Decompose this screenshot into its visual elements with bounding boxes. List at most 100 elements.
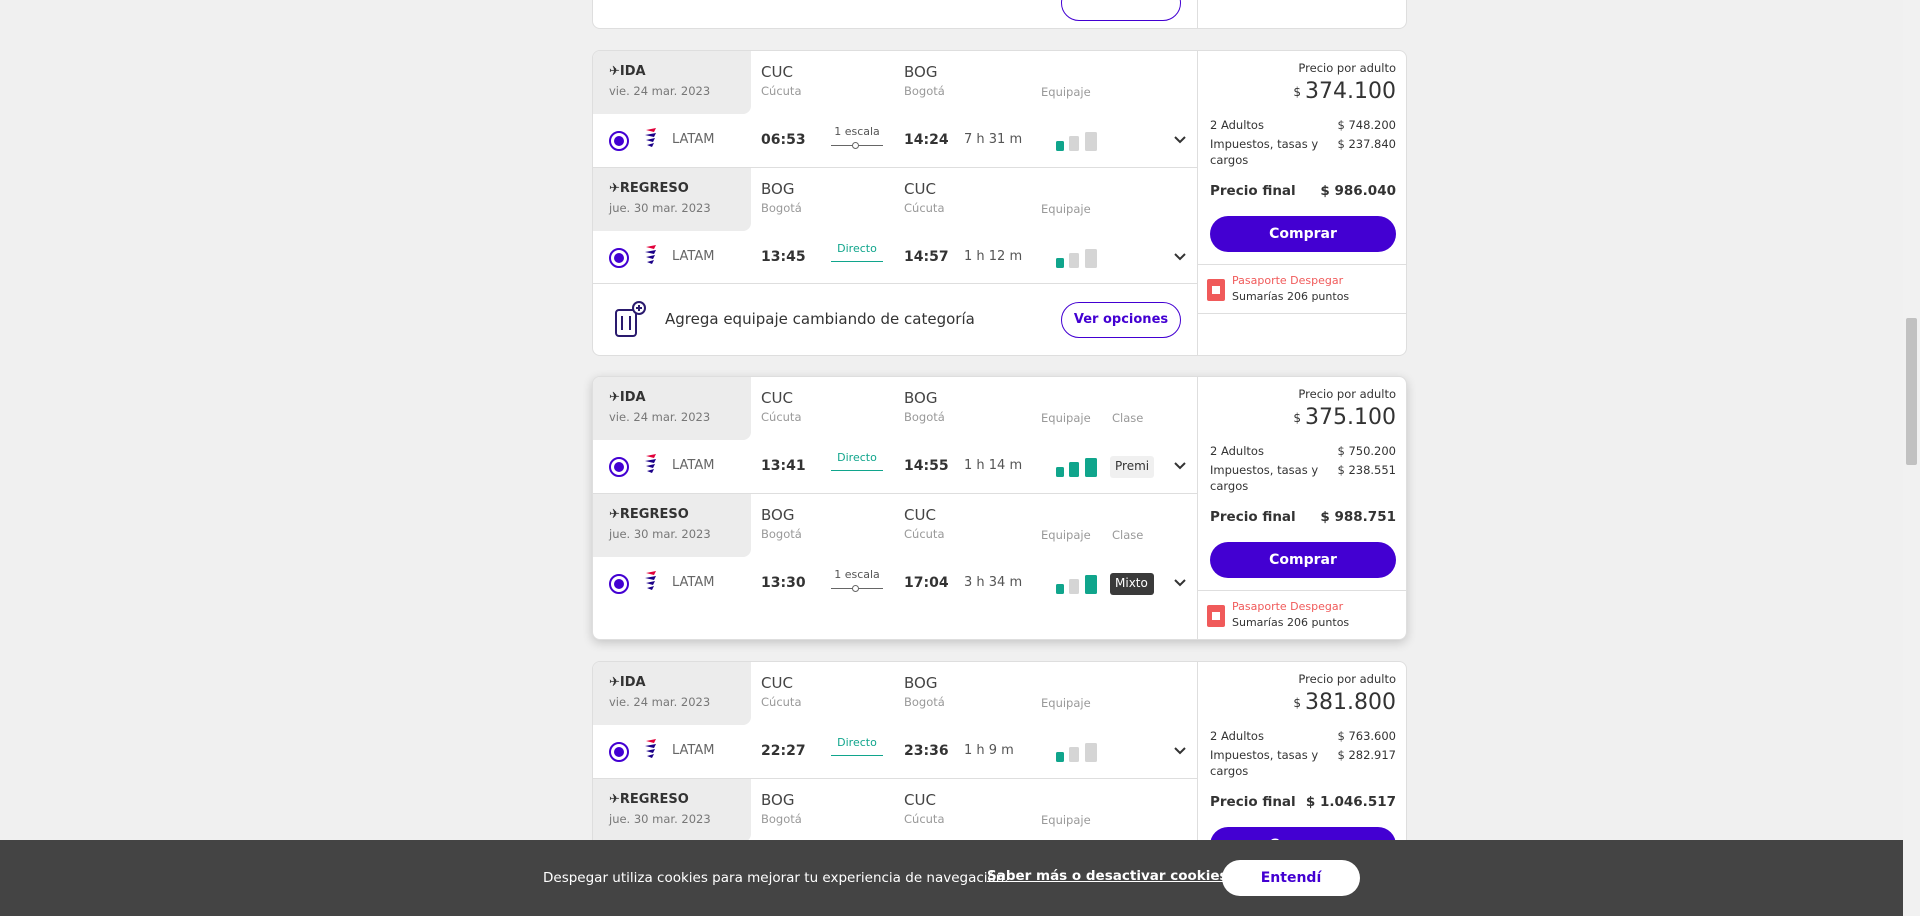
leg-date: jue. 30 mar. 2023 bbox=[609, 812, 711, 826]
baggage-icons[interactable] bbox=[1053, 571, 1101, 595]
comprar-button[interactable]: Comprar bbox=[1210, 542, 1396, 578]
select-flight-radio[interactable] bbox=[609, 457, 629, 477]
destination-city: Bogotá bbox=[904, 410, 945, 424]
leg-date: jue. 30 mar. 2023 bbox=[609, 201, 711, 215]
destination-code: BOG bbox=[904, 63, 938, 81]
checked-bag-icon bbox=[1085, 458, 1097, 477]
vertical-scrollbar[interactable] bbox=[1903, 0, 1920, 916]
price-value: 374.100 bbox=[1305, 79, 1396, 104]
price-per-adult: $374.100 bbox=[1293, 79, 1396, 104]
chevron-down-icon[interactable] bbox=[1173, 135, 1187, 145]
origin-city: Cúcuta bbox=[761, 410, 802, 424]
destination-city: Cúcuta bbox=[904, 201, 945, 215]
adults-total: $ 763.600 bbox=[1337, 729, 1396, 743]
plane-return-icon: ✈ bbox=[609, 792, 620, 807]
add-baggage-text: Agrega equipaje cambiando de categoría bbox=[665, 310, 975, 328]
destination-city: Bogotá bbox=[904, 695, 945, 709]
equipaje-header: Equipaje bbox=[1041, 528, 1091, 542]
origin-code: CUC bbox=[761, 674, 793, 692]
ver-opciones-button-partial[interactable] bbox=[1061, 0, 1181, 21]
price-value: 381.800 bbox=[1305, 690, 1396, 715]
pasaporte-despegar[interactable]: Pasaporte Despegar Sumarías 206 puntos bbox=[1198, 264, 1406, 314]
chevron-down-icon[interactable] bbox=[1173, 746, 1187, 756]
select-flight-radio[interactable] bbox=[609, 574, 629, 594]
return-leg: ✈REGRESO jue. 30 mar. 2023 BOG Bogotá CU… bbox=[593, 167, 1197, 283]
leg-date: vie. 24 mar. 2023 bbox=[609, 84, 711, 98]
equipaje-header: Equipaje bbox=[1041, 696, 1091, 710]
price-per-adult: $381.800 bbox=[1293, 690, 1396, 715]
personal-bag-icon bbox=[1056, 141, 1064, 151]
stops-indicator[interactable]: Directo bbox=[831, 242, 883, 262]
price-panel: Precio por adulto $375.100 2 Adultos $ 75… bbox=[1197, 377, 1406, 639]
scrollbar-thumb[interactable] bbox=[1906, 318, 1917, 465]
cookie-settings-link[interactable]: Saber más o desactivar cookies. bbox=[987, 868, 1233, 884]
baggage-icons[interactable] bbox=[1053, 739, 1101, 763]
stops-label: 1 escala bbox=[834, 125, 880, 138]
baggage-icons[interactable] bbox=[1053, 454, 1101, 478]
personal-bag-icon bbox=[1056, 752, 1064, 762]
price-value: 375.100 bbox=[1305, 405, 1396, 430]
origin-city: Cúcuta bbox=[761, 695, 802, 709]
leg-tag: ✈IDA vie. 24 mar. 2023 bbox=[593, 662, 751, 725]
leg-date: vie. 24 mar. 2023 bbox=[609, 410, 711, 424]
cookie-banner: Despegar utiliza cookies para mejorar tu… bbox=[0, 840, 1903, 916]
arrival-time: 17:04 bbox=[904, 575, 949, 591]
stops-label: 1 escala bbox=[834, 568, 880, 581]
origin-city: Bogotá bbox=[761, 201, 802, 215]
select-flight-radio[interactable] bbox=[609, 131, 629, 151]
points-text: Sumarías 206 puntos bbox=[1232, 616, 1350, 629]
chevron-down-icon[interactable] bbox=[1173, 252, 1187, 262]
class-badge: Mixto bbox=[1110, 573, 1154, 595]
adults-row: 2 Adultos $ 750.200 bbox=[1210, 444, 1396, 458]
origin-city: Bogotá bbox=[761, 527, 802, 541]
stops-indicator[interactable]: Directo bbox=[831, 451, 883, 471]
personal-bag-icon bbox=[1056, 467, 1064, 477]
ver-opciones-button[interactable]: Ver opciones bbox=[1061, 302, 1181, 338]
select-flight-radio[interactable] bbox=[609, 742, 629, 762]
destination-code: CUC bbox=[904, 506, 936, 524]
price-panel: Precio por adulto $374.100 2 Adultos $ 74… bbox=[1197, 51, 1406, 355]
leg-tag: ✈IDA vie. 24 mar. 2023 bbox=[593, 377, 751, 440]
luggage-add-icon bbox=[615, 301, 646, 337]
carry-on-icon bbox=[1069, 747, 1079, 762]
passport-icon bbox=[1207, 279, 1225, 301]
arrival-time: 14:55 bbox=[904, 458, 949, 474]
final-price-row: Precio final $ 986.040 bbox=[1210, 183, 1396, 199]
baggage-icons[interactable] bbox=[1053, 245, 1101, 269]
leg-direction: ✈REGRESO bbox=[609, 792, 689, 807]
arrival-time: 14:57 bbox=[904, 249, 949, 265]
taxes-value: $ 282.917 bbox=[1337, 748, 1396, 762]
comprar-button[interactable]: Comprar bbox=[1210, 216, 1396, 252]
arrival-time: 23:36 bbox=[904, 743, 949, 759]
leg-direction: ✈IDA bbox=[609, 390, 646, 405]
stops-line bbox=[831, 470, 883, 471]
stops-indicator[interactable]: 1 escala bbox=[831, 125, 883, 149]
chevron-down-icon[interactable] bbox=[1173, 461, 1187, 471]
chevron-down-icon[interactable] bbox=[1173, 578, 1187, 588]
departure-time: 22:27 bbox=[761, 743, 806, 759]
checked-bag-icon bbox=[1085, 132, 1097, 151]
taxes-row: Impuestos, tasas y cargos $ 237.840 bbox=[1210, 137, 1396, 167]
departure-time: 06:53 bbox=[761, 132, 806, 148]
origin-code: BOG bbox=[761, 180, 795, 198]
taxes-row: Impuestos, tasas y cargos $ 238.551 bbox=[1210, 463, 1396, 493]
taxes-value: $ 238.551 bbox=[1337, 463, 1396, 477]
price-per-adult: $375.100 bbox=[1293, 405, 1396, 430]
carry-on-icon bbox=[1069, 253, 1079, 268]
leg-direction: ✈REGRESO bbox=[609, 181, 689, 196]
origin-code: BOG bbox=[761, 791, 795, 809]
adults-row: 2 Adultos $ 763.600 bbox=[1210, 729, 1396, 743]
latam-logo-icon bbox=[645, 739, 656, 758]
cookie-accept-button[interactable]: Entendí bbox=[1222, 860, 1360, 896]
stops-indicator[interactable]: 1 escala bbox=[831, 568, 883, 592]
select-flight-radio[interactable] bbox=[609, 248, 629, 268]
departure-time: 13:30 bbox=[761, 575, 806, 591]
stops-indicator[interactable]: Directo bbox=[831, 736, 883, 756]
baggage-icons[interactable] bbox=[1053, 128, 1101, 152]
origin-code: CUC bbox=[761, 63, 793, 81]
destination-code: BOG bbox=[904, 674, 938, 692]
passport-icon bbox=[1207, 605, 1225, 627]
add-baggage-banner: Agrega equipaje cambiando de categoría V… bbox=[593, 283, 1197, 355]
pasaporte-label: Pasaporte Despegar bbox=[1232, 600, 1344, 613]
pasaporte-despegar[interactable]: Pasaporte Despegar Sumarías 206 puntos bbox=[1198, 590, 1406, 639]
